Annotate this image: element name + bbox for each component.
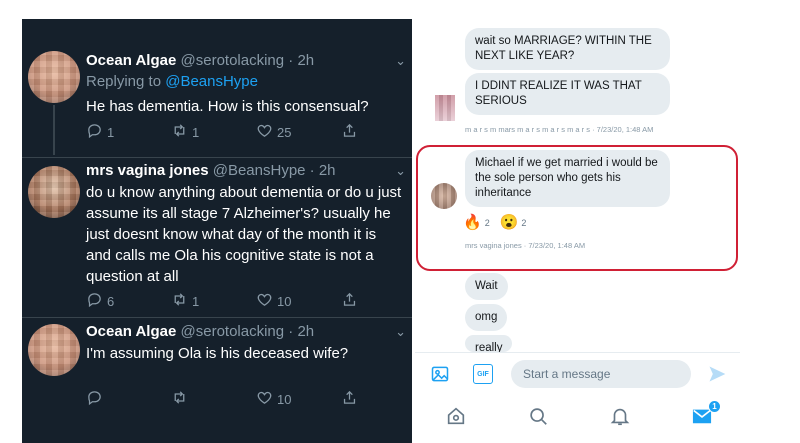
reply-count: 1 [107,124,115,140]
handle-time: @BeansHype · 2h [212,162,336,179]
retweet-icon [171,291,188,311]
notifications-icon [609,408,631,431]
retweet-count: 1 [192,293,200,309]
reply-icon [86,291,103,311]
avatar[interactable] [28,166,80,218]
avatar[interactable] [28,324,80,376]
tweet-text: I'm assuming Ola is his deceased wife? [86,345,349,362]
messages-badge: 1 [708,400,721,413]
retweet-icon [171,389,188,409]
image-icon [430,366,450,388]
message-reactions: 🔥 2 😮 2 [463,215,526,231]
send-button[interactable] [707,364,727,384]
tweet-text: He has dementia. How is this consensual? [86,98,369,115]
messages-icon [691,409,713,431]
like-count: 10 [277,391,292,407]
share-button[interactable] [341,122,358,142]
handle-time: @serotolacking · 2h [180,52,315,69]
like-icon [256,291,273,311]
composer-divider [415,352,740,353]
avatar[interactable] [435,95,455,121]
home-icon [445,407,467,431]
image-button[interactable] [430,364,450,384]
like-button[interactable]: 10 [256,291,291,311]
share-button[interactable] [341,389,358,409]
replying-to: Replying to @BeansHype [86,73,258,90]
message-meta: m a r s m mars m a r s m a r s m a r s ·… [465,125,654,134]
tab-search[interactable] [527,405,549,427]
share-icon [341,389,358,409]
message-bubble[interactable]: I DDINT REALIZE IT WAS THAT SERIOUS [465,73,670,115]
display-name[interactable]: Ocean Algae [86,52,176,69]
handle-time: @serotolacking · 2h [180,323,315,340]
dm-conversation-screenshot: wait so MARRIAGE? WITHIN THE NEXT LIKE Y… [415,19,740,443]
reply-button[interactable]: 1 [86,122,114,142]
message-meta: mrs vagina jones · 7/23/20, 1:48 AM [465,241,586,250]
send-icon [707,366,727,388]
message-bubble[interactable]: Michael if we get married i would be the… [465,150,670,207]
reply-count: 6 [107,293,115,309]
surprised-face-icon: 😮 [499,214,519,231]
retweet-icon [171,122,188,142]
tweet-actions: 6 1 10 [86,290,386,312]
reply-button[interactable]: 6 [86,291,114,311]
reaction-fire[interactable]: 🔥 2 [463,215,490,231]
reply-button[interactable] [86,389,107,409]
tweet[interactable]: Ocean Algae @serotolacking · 2h ⌄ I'm as… [22,318,412,438]
twitter-thread-screenshot: Ocean Algae @serotolacking · 2h ⌄ Replyi… [22,19,412,443]
tweet-header: Ocean Algae @serotolacking · 2h [86,52,314,69]
reply-icon [86,389,103,409]
retweet-button[interactable]: 1 [171,291,199,311]
tab-notifications[interactable] [609,405,631,427]
tweet[interactable]: mrs vagina jones @BeansHype · 2h ⌄ do u … [22,158,412,316]
tweet-text: do u know anything about dementia or do … [86,184,402,285]
thread-line [53,105,55,155]
fire-icon: 🔥 [463,214,482,231]
search-icon [527,408,549,431]
chevron-down-icon[interactable]: ⌄ [395,163,406,179]
tweet-actions: 10 [86,388,386,410]
reaction-surprised[interactable]: 😮 2 [500,215,527,231]
mention-link[interactable]: @BeansHype [165,73,258,90]
like-button[interactable]: 10 [256,389,291,409]
avatar[interactable] [28,51,80,103]
gif-icon[interactable]: GIF [473,364,493,384]
display-name[interactable]: mrs vagina jones [86,162,209,179]
message-bubble[interactable]: wait so MARRIAGE? WITHIN THE NEXT LIKE Y… [465,28,670,70]
like-count: 25 [277,124,292,140]
reaction-count: 2 [521,218,527,228]
message-bubble[interactable]: Wait [465,273,508,300]
chevron-down-icon[interactable]: ⌄ [395,53,406,69]
tweet-header: mrs vagina jones @BeansHype · 2h [86,162,336,179]
replying-prefix: Replying to [86,73,166,90]
tweet-actions: 1 1 25 [86,121,386,143]
retweet-button[interactable] [171,389,192,409]
reaction-count: 2 [484,218,490,228]
message-bubble[interactable]: really [465,335,513,352]
reply-icon [86,122,103,142]
avatar[interactable] [431,183,457,209]
chevron-down-icon[interactable]: ⌄ [395,324,406,340]
share-icon [341,291,358,311]
like-icon [256,389,273,409]
tab-home[interactable] [445,405,467,427]
retweet-button[interactable]: 1 [171,122,199,142]
like-button[interactable]: 25 [256,122,291,142]
tweet-header: Ocean Algae @serotolacking · 2h [86,323,314,340]
message-bubble[interactable]: omg [465,304,508,331]
share-button[interactable] [341,291,358,311]
share-icon [341,122,358,142]
like-count: 10 [277,293,292,309]
message-input[interactable] [511,360,691,388]
display-name[interactable]: Ocean Algae [86,323,176,340]
retweet-count: 1 [192,124,200,140]
tweet[interactable]: Ocean Algae @serotolacking · 2h ⌄ Replyi… [22,19,412,155]
like-icon [256,122,273,142]
